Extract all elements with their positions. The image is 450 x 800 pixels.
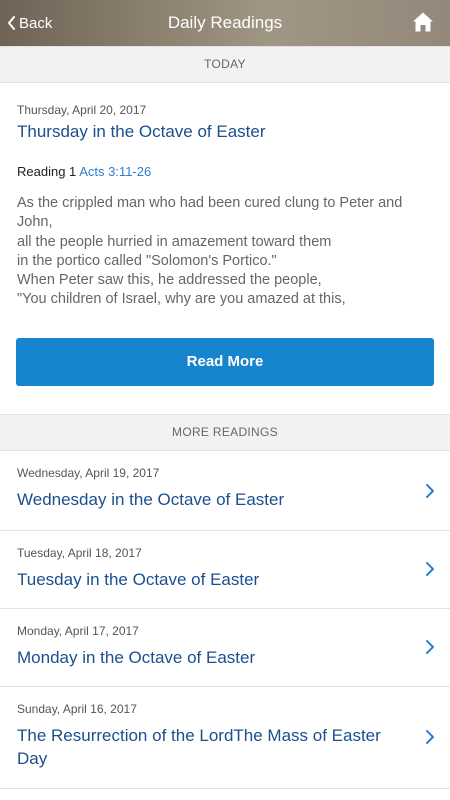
today-title-link[interactable]: Thursday in the Octave of Easter: [17, 122, 266, 142]
list-item-title: Tuesday in the Octave of Easter: [17, 570, 260, 589]
reading-list-item[interactable]: Monday, April 17, 2017 Monday in the Oct…: [0, 609, 450, 687]
home-icon[interactable]: [412, 11, 434, 33]
reading-excerpt: As the crippled man who had been cured c…: [17, 194, 437, 310]
excerpt-line: When Peter saw this, he addressed the pe…: [17, 272, 322, 289]
excerpt-line: "You children of Israel, why are you ama…: [17, 291, 346, 308]
reading-list-item[interactable]: Wednesday, April 19, 2017 Wednesday in t…: [0, 451, 450, 531]
read-more-button[interactable]: Read More: [16, 338, 434, 386]
excerpt-line: in the portico called "Solomon's Portico…: [17, 252, 277, 269]
page-title: Daily Readings: [167, 13, 283, 32]
reading-list-item[interactable]: Sunday, April 16, 2017 The Resurrection …: [0, 687, 450, 789]
list-item-title: The Resurrection of the LordThe Mass of …: [17, 726, 381, 768]
list-item-date: Wednesday, April 19, 2017: [17, 466, 160, 480]
reading-label: Reading 1: [17, 164, 77, 179]
excerpt-line: As the crippled man who had been cured c…: [17, 195, 403, 211]
list-item-title: Monday in the Octave of Easter: [17, 648, 256, 667]
reading-list-item[interactable]: Tuesday, April 18, 2017 Tuesday in the O…: [0, 531, 450, 609]
excerpt-line: all the people hurried in amazement towa…: [17, 233, 332, 250]
today-date: Thursday, April 20, 2017: [17, 103, 147, 117]
chevron-right-icon: [426, 484, 434, 498]
list-item-date: Tuesday, April 18, 2017: [17, 546, 142, 560]
list-item-title: Wednesday in the Octave of Easter: [17, 490, 285, 509]
navigation-bar: Back Daily Readings: [0, 0, 450, 46]
excerpt-line: John,: [17, 214, 53, 231]
chevron-right-icon: [426, 562, 434, 576]
reading-line: Reading 1 Acts 3:11-26: [17, 164, 151, 179]
chevron-right-icon: [426, 640, 434, 654]
today-section-header: TODAY: [0, 46, 450, 83]
chevron-right-icon: [426, 730, 434, 744]
list-item-date: Monday, April 17, 2017: [17, 624, 139, 638]
reading-reference-link[interactable]: Acts 3:11-26: [79, 164, 151, 179]
list-item-date: Sunday, April 16, 2017: [17, 702, 137, 716]
more-readings-section-header: MORE READINGS: [0, 414, 450, 451]
